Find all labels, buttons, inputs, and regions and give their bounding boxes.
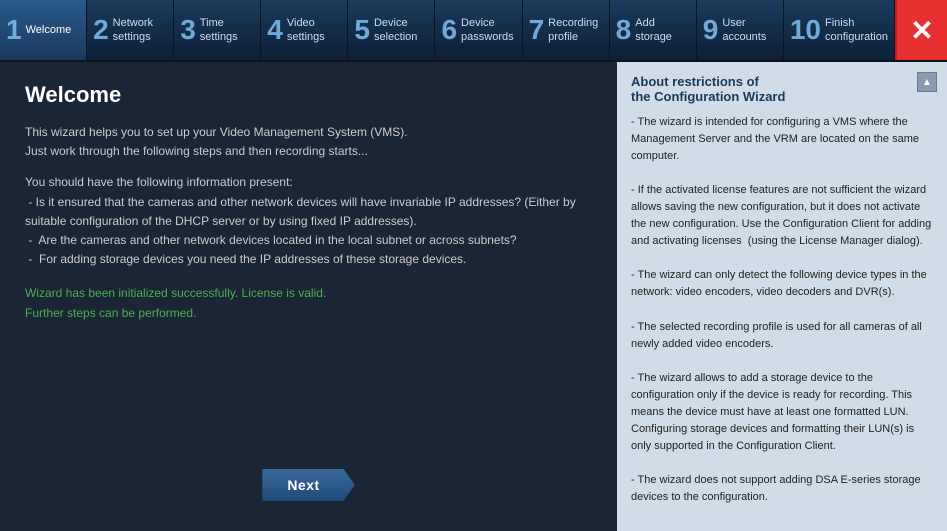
navigation-bar: 1 Welcome 2 Networksettings 3 Timesettin… <box>0 0 947 62</box>
nav-item-add-storage[interactable]: 8 Addstorage <box>610 0 697 60</box>
nav-item-welcome[interactable]: 1 Welcome <box>0 0 87 60</box>
nav-label-time-settings: Timesettings <box>200 16 238 45</box>
nav-label-device-passwords: Devicepasswords <box>461 16 514 45</box>
nav-number-5: 5 <box>354 16 370 44</box>
restrictions-text: - The wizard is intended for configuring… <box>631 114 933 506</box>
welcome-title: Welcome <box>25 82 592 108</box>
nav-label-user-accounts: Useraccounts <box>722 16 766 45</box>
next-button[interactable]: Next <box>262 469 354 501</box>
nav-number-2: 2 <box>93 16 109 44</box>
restrictions-title: About restrictions ofthe Configuration W… <box>631 74 933 104</box>
nav-item-device-selection[interactable]: 5 Deviceselection <box>348 0 435 60</box>
welcome-paragraph1: This wizard helps you to set up your Vid… <box>25 123 592 161</box>
nav-label-recording-profile: Recordingprofile <box>548 16 598 45</box>
main-content: Welcome This wizard helps you to set up … <box>0 62 947 531</box>
nav-number-4: 4 <box>267 16 283 44</box>
nav-item-time-settings[interactable]: 3 Timesettings <box>174 0 261 60</box>
nav-item-video-settings[interactable]: 4 Videosettings <box>261 0 348 60</box>
nav-number-3: 3 <box>180 16 196 44</box>
nav-number-9: 9 <box>703 16 719 44</box>
nav-number-10: 10 <box>790 16 821 44</box>
nav-item-finish-configuration[interactable]: 10 Finishconfiguration <box>784 0 895 60</box>
restrictions-panel: ▲ About restrictions ofthe Configuration… <box>617 62 947 531</box>
scroll-up-button[interactable]: ▲ <box>917 72 937 92</box>
nav-label-video-settings: Videosettings <box>287 16 325 45</box>
nav-item-device-passwords[interactable]: 6 Devicepasswords <box>435 0 522 60</box>
nav-item-user-accounts[interactable]: 9 Useraccounts <box>697 0 784 60</box>
left-content-wrapper: Welcome This wizard helps you to set up … <box>25 82 592 511</box>
success-message: Wizard has been initialized successfully… <box>25 284 592 322</box>
nav-label-finish-configuration: Finishconfiguration <box>825 16 888 45</box>
nav-label-network-settings: Networksettings <box>113 16 153 45</box>
nav-item-network-settings[interactable]: 2 Networksettings <box>87 0 174 60</box>
nav-number-7: 7 <box>529 16 545 44</box>
nav-label-welcome: Welcome <box>26 23 72 37</box>
nav-number-6: 6 <box>441 16 457 44</box>
nav-label-add-storage: Addstorage <box>635 16 672 45</box>
left-panel: Welcome This wizard helps you to set up … <box>0 62 617 531</box>
close-icon: ✕ <box>910 14 933 47</box>
nav-item-recording-profile[interactable]: 7 Recordingprofile <box>523 0 610 60</box>
nav-label-device-selection: Deviceselection <box>374 16 417 45</box>
close-button[interactable]: ✕ <box>895 0 947 60</box>
nav-number-1: 1 <box>6 16 22 44</box>
welcome-paragraph2: You should have the following informatio… <box>25 173 592 269</box>
nav-number-8: 8 <box>616 16 632 44</box>
